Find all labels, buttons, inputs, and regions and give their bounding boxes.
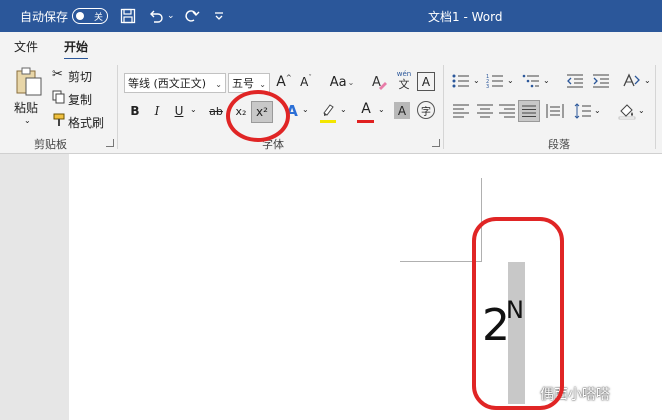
strikethrough-button[interactable]: ab [206,101,226,121]
font-launcher-icon[interactable] [432,139,440,147]
tab-file[interactable]: 文件 [14,38,38,55]
document-title: 文档1 - Word [428,9,503,24]
format-painter-icon[interactable] [52,113,66,130]
justify-icon[interactable] [518,100,540,122]
enclose-characters-button[interactable]: 字 [417,101,435,119]
clipboard-group-label: 剪贴板 [34,138,67,151]
save-icon[interactable] [120,0,136,32]
shrink-font-button[interactable]: Aˇ [298,72,314,92]
align-left-icon[interactable] [452,103,470,122]
customize-qat-icon[interactable] [214,0,224,32]
clear-formatting-icon[interactable]: A [370,72,388,92]
grow-font-button[interactable]: A ^ [276,72,292,92]
align-center-icon[interactable] [476,103,494,122]
font-color-bar [357,120,374,123]
group-separator [655,65,656,149]
copy-icon[interactable] [52,90,65,107]
font-color-label: A [361,101,371,117]
distributed-icon[interactable] [546,103,564,122]
document-page[interactable] [69,154,662,420]
underline-dropdown-icon[interactable]: ⌄ [190,105,197,114]
change-case-button[interactable]: Aa ⌄ [328,72,356,92]
font-name-dropdown[interactable]: 等线 (西文正文) ⌄ [124,73,226,93]
undo-dropdown-icon[interactable]: ⌄ [167,0,175,32]
phonetic-guide-button[interactable]: wén 文 [394,70,414,91]
ribbon-tabs: 文件 开始 [0,32,662,61]
cut-label[interactable]: 剪切 [68,68,92,85]
enclose-characters-label: 字 [421,106,431,118]
decrease-indent-icon[interactable] [566,73,584,92]
grow-font-label: A [276,74,286,90]
highlight-icon[interactable] [320,102,336,121]
change-case-label: Aa [329,74,347,90]
copy-label[interactable]: 复制 [68,91,92,108]
cut-icon[interactable]: ✂ [52,67,63,82]
character-border-label: A [421,74,431,89]
italic-button[interactable]: I [150,101,164,121]
character-shading-label: A [397,103,407,118]
paste-label[interactable]: 粘贴 [14,99,38,116]
multilevel-list-dropdown-icon[interactable]: ⌄ [543,76,550,85]
chinese-layout-dropdown-icon[interactable]: ⌄ [644,76,651,85]
group-separator [443,65,444,149]
font-name-value: 等线 (西文正文) [128,77,207,90]
autosave-label: 自动保存 [20,9,69,24]
paste-icon[interactable] [15,67,43,100]
underline-button[interactable]: U [172,101,186,121]
text-effects-dropdown-icon[interactable]: ⌄ [302,105,309,114]
shading-icon[interactable] [618,102,636,123]
increase-indent-icon[interactable] [592,73,610,92]
font-size-value: 五号 [232,77,254,90]
shrink-font-label: A [300,75,309,89]
bullets-icon[interactable] [452,73,470,92]
autosave-toggle[interactable]: 关 [72,0,108,32]
highlight-color-bar [320,120,336,123]
bold-button[interactable]: B [128,101,142,121]
title-bar: 自动保存 关 ⌄ 文档1 - Word [0,0,662,32]
line-spacing-icon[interactable] [574,103,592,122]
ribbon: 粘贴 ⌄ ✂ 剪切 复制 格式刷 剪贴板 等线 (西文正文) ⌄ 五号 ⌄ A ^ A… [0,59,662,154]
annotation-circle-superscript [226,90,290,142]
phonetic-guide-bottom: 文 [398,77,410,91]
numbering-dropdown-icon[interactable]: ⌄ [507,76,514,85]
tab-home[interactable]: 开始 [64,38,89,61]
margin-marker-horizontal [400,261,482,262]
character-border-button[interactable]: A [417,72,435,91]
autosave-state: 关 [93,12,103,23]
align-right-icon[interactable] [498,103,516,122]
line-spacing-dropdown-icon[interactable]: ⌄ [594,106,601,115]
redo-icon[interactable] [184,0,200,32]
format-painter-label[interactable]: 格式刷 [68,114,104,131]
paragraph-group-label: 段落 [548,138,570,151]
annotation-circle-result [472,217,564,410]
font-color-dropdown-icon[interactable]: ⌄ [378,105,385,114]
clipboard-launcher-icon[interactable] [106,139,114,147]
chinese-layout-icon[interactable] [622,72,642,93]
character-shading-button[interactable]: A [394,102,410,119]
svg-text:3: 3 [486,84,489,89]
paste-dropdown-icon[interactable]: ⌄ [24,116,31,125]
shading-dropdown-icon[interactable]: ⌄ [638,106,645,115]
multilevel-list-icon[interactable] [522,73,540,92]
undo-icon[interactable] [148,0,164,32]
group-separator [117,65,118,149]
numbering-icon[interactable]: 123 [486,73,504,92]
highlight-dropdown-icon[interactable]: ⌄ [340,105,347,114]
font-color-button[interactable]: A [358,100,374,118]
bullets-dropdown-icon[interactable]: ⌄ [473,76,480,85]
